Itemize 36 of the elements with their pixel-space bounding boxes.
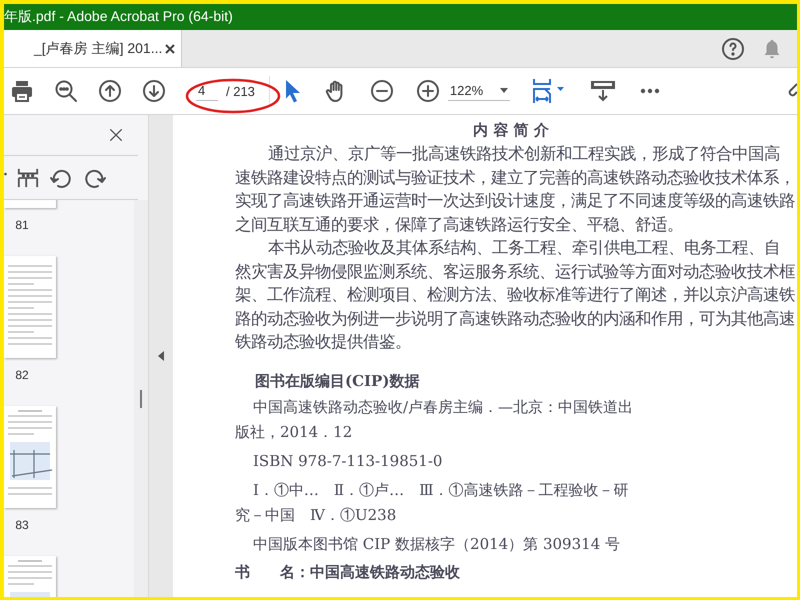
- zoom-in-icon[interactable]: [416, 79, 440, 103]
- cip-entry: Ⅰ．①中… Ⅱ．①卢… Ⅲ．①高速铁路－工程验收－研究－中国 Ⅳ．①U238: [235, 480, 630, 526]
- page-thumbnail[interactable]: [4, 256, 56, 358]
- print-icon[interactable]: [10, 79, 34, 103]
- previous-page-icon[interactable]: [98, 79, 122, 103]
- page-count: / 213: [226, 84, 255, 98]
- close-icon[interactable]: [108, 127, 124, 143]
- page-number-label: 83: [14, 518, 30, 532]
- book-title: 书 名：中国高速铁路动态验收: [235, 562, 461, 582]
- document-tab[interactable]: _[卢春房 主编] 201...: [4, 30, 182, 67]
- fit-width-icon[interactable]: [532, 78, 566, 104]
- next-page-icon[interactable]: [142, 79, 166, 103]
- section-title: 内 容 简 介: [472, 121, 550, 140]
- zoom-dropdown[interactable]: 122%: [448, 81, 510, 101]
- page-number-label: 81: [14, 218, 30, 232]
- zoom-out-icon[interactable]: [370, 79, 394, 103]
- select-cursor-icon[interactable]: [284, 79, 302, 103]
- cip-entry: ISBN 978-7-113-19851-0: [252, 450, 444, 472]
- window-title: 年版.pdf - Adobe Acrobat Pro (64-bit): [4, 8, 233, 26]
- collapse-arrow-icon[interactable]: [158, 351, 164, 361]
- cip-entry: 中国版本图书馆 CIP 数据核字（2014）第 309314 号: [252, 534, 622, 554]
- caret-icon: [500, 88, 508, 93]
- page-thumbnail[interactable]: [4, 406, 56, 508]
- page-number-field[interactable]: 4: [196, 81, 218, 101]
- close-tab-icon[interactable]: [165, 44, 175, 54]
- keyboard-download-icon[interactable]: [590, 79, 616, 103]
- help-icon[interactable]: [721, 36, 745, 60]
- paragraph: 本书从动态验收及其体系结构、工务工程、牵引供电工程、电务工程、自然灾害及异物侵限监测系统、客运服务系统、运行试验等方面对动态验收技术框架、工作流程、检测项目、检测方法、验收标准等进行了阐述，并以京沪高速铁路的动态验收为例进一步说明了高速铁路动态验收的内涵和作用，可为其他高速铁路动态验收提供借鉴。: [235, 237, 795, 353]
- scrollbar[interactable]: [134, 200, 148, 597]
- zoom-search-icon[interactable]: [54, 79, 78, 103]
- insert-page-icon[interactable]: [17, 166, 39, 188]
- page-number-label: 82: [14, 368, 30, 382]
- more-options-icon[interactable]: [640, 88, 660, 94]
- paragraph: 通过京沪、京广等一批高速铁路技术创新和工程实践，形成了符合中国高速铁路建设特点的测试与验证技术，建立了完善的高速铁路动态验收技术体系，实现了高速铁路开通运营时一次达到设计速度，满足了不同速度等级的高速铁路之间互联互通的要求，保障了高速铁路运行安全、平稳、舒适。: [235, 143, 795, 236]
- cip-entry: 中国高速铁路动态验收/卢春房主编．—北京：中国铁道出版社，2014．12: [235, 396, 634, 442]
- cip-heading: 图书在版编目(CIP)数据: [255, 372, 420, 390]
